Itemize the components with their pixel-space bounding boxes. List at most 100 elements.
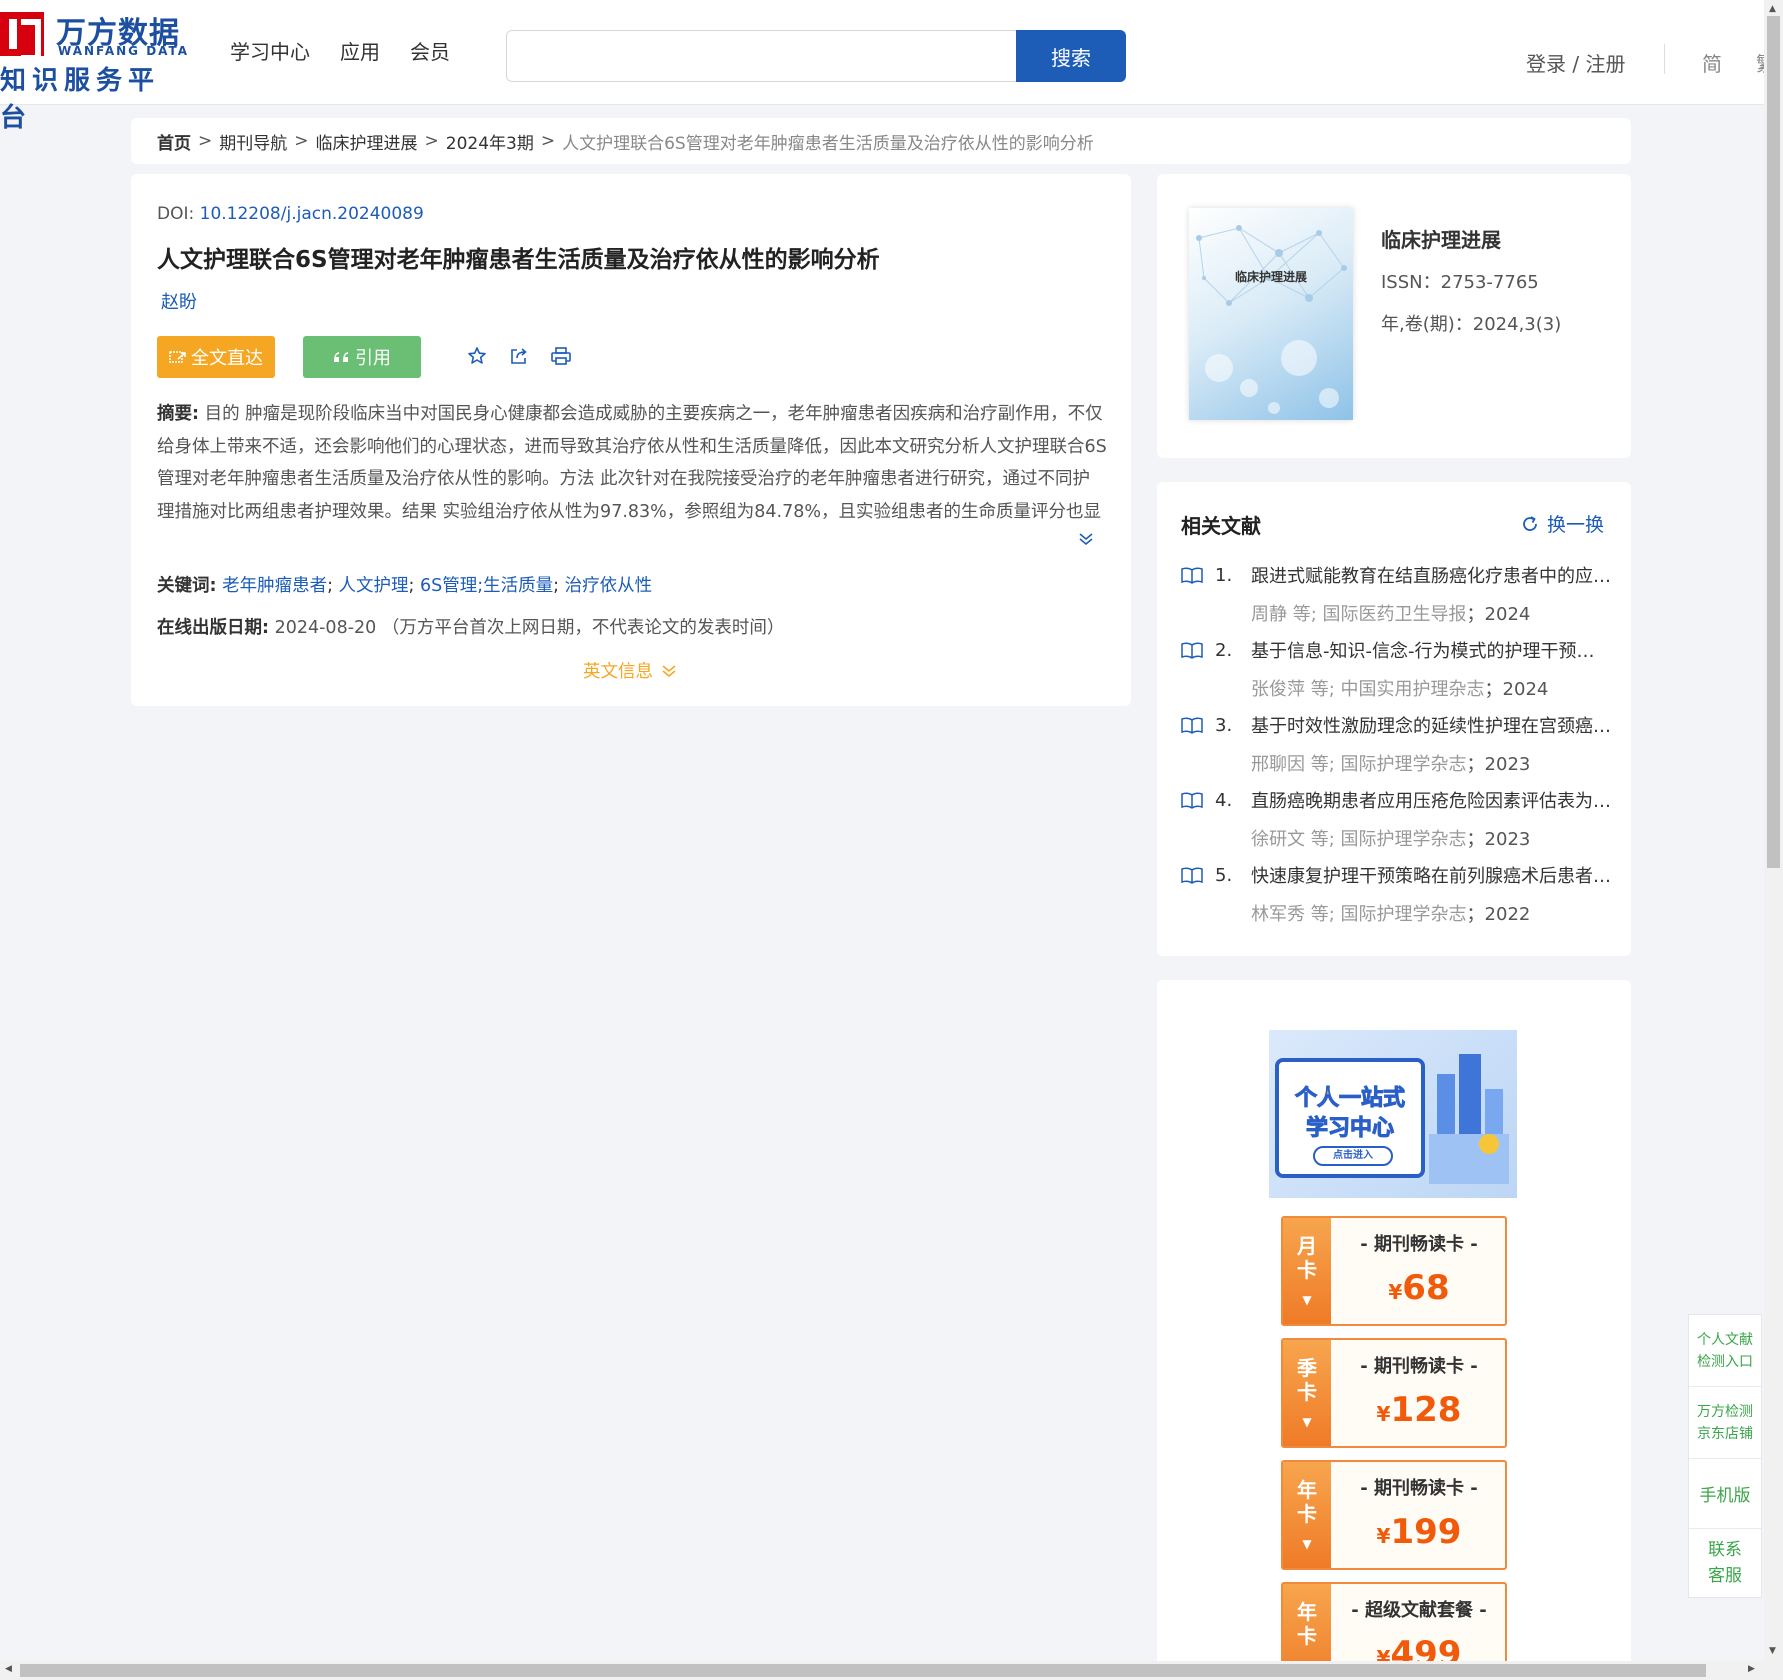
floating-side-widgets: 个人文献 检测入口 万方检测 京东店铺 手机版 联系 客服 — [1688, 1314, 1762, 1598]
yearly-card-offer[interactable]: 年 卡 ▼ - 期刊畅读卡 - ¥199 — [1281, 1460, 1507, 1570]
customer-service-link[interactable]: 联系 客服 — [1689, 1529, 1761, 1597]
related-item: 3. 基于时效性激励理念的延续性护理在宫颈癌患者中的应用 邢聊因 等; 国际护理… — [1181, 712, 1611, 776]
related-item-source: 国际医药卫生导报 — [1322, 604, 1467, 625]
journal-issn: ISSN：2753-7765 — [1381, 272, 1539, 293]
print-icon[interactable] — [549, 342, 573, 370]
horizontal-scrollbar[interactable]: ◀ ▶ — [0, 1661, 1764, 1680]
search-input[interactable] — [507, 31, 1016, 81]
scroll-up-icon[interactable]: ▲ — [1769, 4, 1776, 14]
keyword-link[interactable]: 6S管理;生活质量 — [420, 576, 553, 596]
vertical-scrollbar[interactable]: ▲ ▼ — [1764, 0, 1783, 1680]
nav-learning-center[interactable]: 学习中心 — [230, 36, 310, 65]
login-register-link[interactable]: 登录 / 注册 — [1526, 48, 1625, 77]
cover-title: 临床护理进展 — [1234, 270, 1307, 284]
fulltext-icon — [169, 351, 186, 363]
article-title: 人文护理联合6S管理对老年肿瘤患者生活质量及治疗依从性的影响分析 — [157, 247, 880, 273]
related-item-number: 5. — [1215, 864, 1233, 886]
plagiarism-check-entry[interactable]: 个人文献 检测入口 — [1689, 1315, 1761, 1387]
scrollbar-thumb[interactable] — [20, 1664, 1706, 1677]
learning-center-banner[interactable]: 个人一站式 学习中心 点击进入 — [1269, 1030, 1517, 1198]
card-label: - 超级文献套餐 - — [1351, 1600, 1487, 1621]
cover-network-graphic — [1196, 225, 1347, 414]
super-package-offer[interactable]: 年 卡 ▼ - 超级文献套餐 - ¥499 — [1281, 1582, 1507, 1670]
promo-card: 个人一站式 学习中心 点击进入 月 卡 ▼ - 期刊畅读卡 - ¥68 季 卡 … — [1157, 980, 1631, 1670]
quarterly-card-offer[interactable]: 季 卡 ▼ - 期刊畅读卡 - ¥128 — [1281, 1338, 1507, 1448]
related-item-etal: 等; — [1292, 604, 1317, 625]
wanfang-logo[interactable]: 万方数据 WANFANG DATA 知识服务平台 — [0, 8, 190, 133]
scroll-down-icon[interactable]: ▼ — [1769, 1646, 1776, 1656]
related-item-etal: 等; — [1310, 829, 1335, 850]
star-icon[interactable] — [465, 342, 489, 370]
card-side-char: 月 — [1297, 1234, 1317, 1258]
monthly-card-offer[interactable]: 月 卡 ▼ - 期刊畅读卡 - ¥68 — [1281, 1216, 1507, 1326]
english-info-toggle[interactable]: 英文信息 — [583, 658, 677, 683]
card-side-label: 月 卡 ▼ — [1283, 1218, 1331, 1324]
pubdate-note: （万方平台首次上网日期，不代表论文的发表时间） — [381, 618, 785, 638]
keyword-link[interactable]: 人文护理 — [339, 576, 409, 596]
nav-apps[interactable]: 应用 — [340, 36, 380, 65]
share-icon[interactable] — [507, 342, 531, 370]
price-value: 199 — [1390, 1512, 1462, 1552]
cite-button[interactable]: 引用 — [303, 336, 421, 378]
card-side-char: 卡 — [1297, 1624, 1317, 1648]
breadcrumb-journal[interactable]: 临床护理进展 — [316, 129, 418, 154]
doi-link[interactable]: 10.12208/j.jacn.20240089 — [200, 204, 424, 224]
journal-card: 临床护理进展 临床护理进展 ISSN：2753-7765 年,卷(期)：2024… — [1157, 174, 1631, 458]
currency-symbol: ¥ — [1388, 1280, 1403, 1304]
scrollbar-thumb[interactable] — [1767, 16, 1780, 868]
breadcrumb-separator: > — [294, 131, 309, 151]
cite-label: 引用 — [355, 348, 391, 369]
doi-label: DOI: — [157, 204, 195, 224]
book-icon — [1181, 867, 1203, 884]
book-icon — [1181, 642, 1203, 659]
banner-board: 个人一站式 学习中心 点击进入 — [1275, 1058, 1425, 1178]
widget-text: 京东店铺 — [1697, 1425, 1753, 1442]
related-item-year: ；2024 — [1466, 604, 1531, 625]
search-button[interactable]: 搜索 — [1016, 30, 1126, 82]
city-illustration-icon — [1429, 1054, 1509, 1184]
banner-enter-button: 点击进入 — [1313, 1146, 1393, 1166]
logo-english: WANFANG DATA — [58, 44, 190, 58]
breadcrumb-journal-nav[interactable]: 期刊导航 — [219, 129, 287, 154]
breadcrumb-home[interactable]: 首页 — [157, 129, 191, 154]
related-item-author: 周静 — [1251, 604, 1287, 625]
card-price: ¥68 — [1331, 1268, 1507, 1308]
card-label: - 期刊畅读卡 - — [1360, 1234, 1478, 1255]
related-item-title[interactable]: 基于信息-知识-信念-行为模式的护理干预在老年患者中的应用 — [1251, 637, 1611, 663]
currency-symbol: ¥ — [1376, 1524, 1391, 1548]
nav-membership[interactable]: 会员 — [410, 36, 450, 65]
related-item-year: ；2022 — [1466, 904, 1531, 925]
breadcrumb-issue[interactable]: 2024年3期 — [446, 129, 534, 154]
related-item-etal: 等; — [1310, 754, 1335, 775]
jd-store-link[interactable]: 万方检测 京东店铺 — [1689, 1387, 1761, 1459]
refresh-button[interactable]: 换一换 — [1521, 510, 1604, 537]
journal-cover[interactable]: 临床护理进展 — [1189, 208, 1353, 420]
related-item-title[interactable]: 跟进式赋能教育在结直肠癌化疗患者中的应用效果 — [1251, 562, 1611, 588]
fulltext-label: 全文直达 — [191, 348, 263, 369]
widget-text: 检测入口 — [1697, 1353, 1753, 1370]
refresh-icon — [1523, 515, 1537, 531]
book-icon — [1181, 792, 1203, 809]
journal-name[interactable]: 临床护理进展 — [1381, 224, 1501, 253]
scroll-right-icon[interactable]: ▶ — [1748, 1664, 1755, 1674]
keyword-link[interactable]: 治疗依从性 — [565, 576, 653, 596]
card-side-label: 年 卡 ▼ — [1283, 1462, 1331, 1568]
mobile-version-link[interactable]: 手机版 — [1689, 1459, 1761, 1529]
widget-text: 手机版 — [1699, 1486, 1751, 1506]
keyword-link[interactable]: 老年肿瘤患者 — [222, 576, 327, 596]
arrow-down-icon: ▼ — [1302, 1537, 1312, 1551]
breadcrumb-separator: > — [198, 131, 213, 151]
related-item-title[interactable]: 快速康复护理干预策略在前列腺癌术后患者中的应用 — [1251, 862, 1611, 888]
card-label: - 期刊畅读卡 - — [1360, 1478, 1478, 1499]
fulltext-button[interactable]: 全文直达 — [157, 336, 275, 378]
scroll-left-icon[interactable]: ◀ — [5, 1664, 12, 1674]
author-link[interactable]: 赵盼 — [161, 288, 197, 314]
lang-simplified[interactable]: 简 — [1702, 48, 1722, 77]
chevron-down-icon[interactable] — [1078, 532, 1094, 546]
related-item-title[interactable]: 基于时效性激励理念的延续性护理在宫颈癌患者中的应用 — [1251, 712, 1611, 738]
doi-line: DOI: 10.12208/j.jacn.20240089 — [157, 204, 424, 224]
price-value: 128 — [1390, 1390, 1462, 1430]
lang-traditional[interactable]: 繁 — [1756, 48, 1764, 77]
related-item-title[interactable]: 直肠癌晚期患者应用压疮危险因素评估表为指导的护理效果 — [1251, 787, 1611, 813]
currency-symbol: ¥ — [1376, 1402, 1391, 1426]
